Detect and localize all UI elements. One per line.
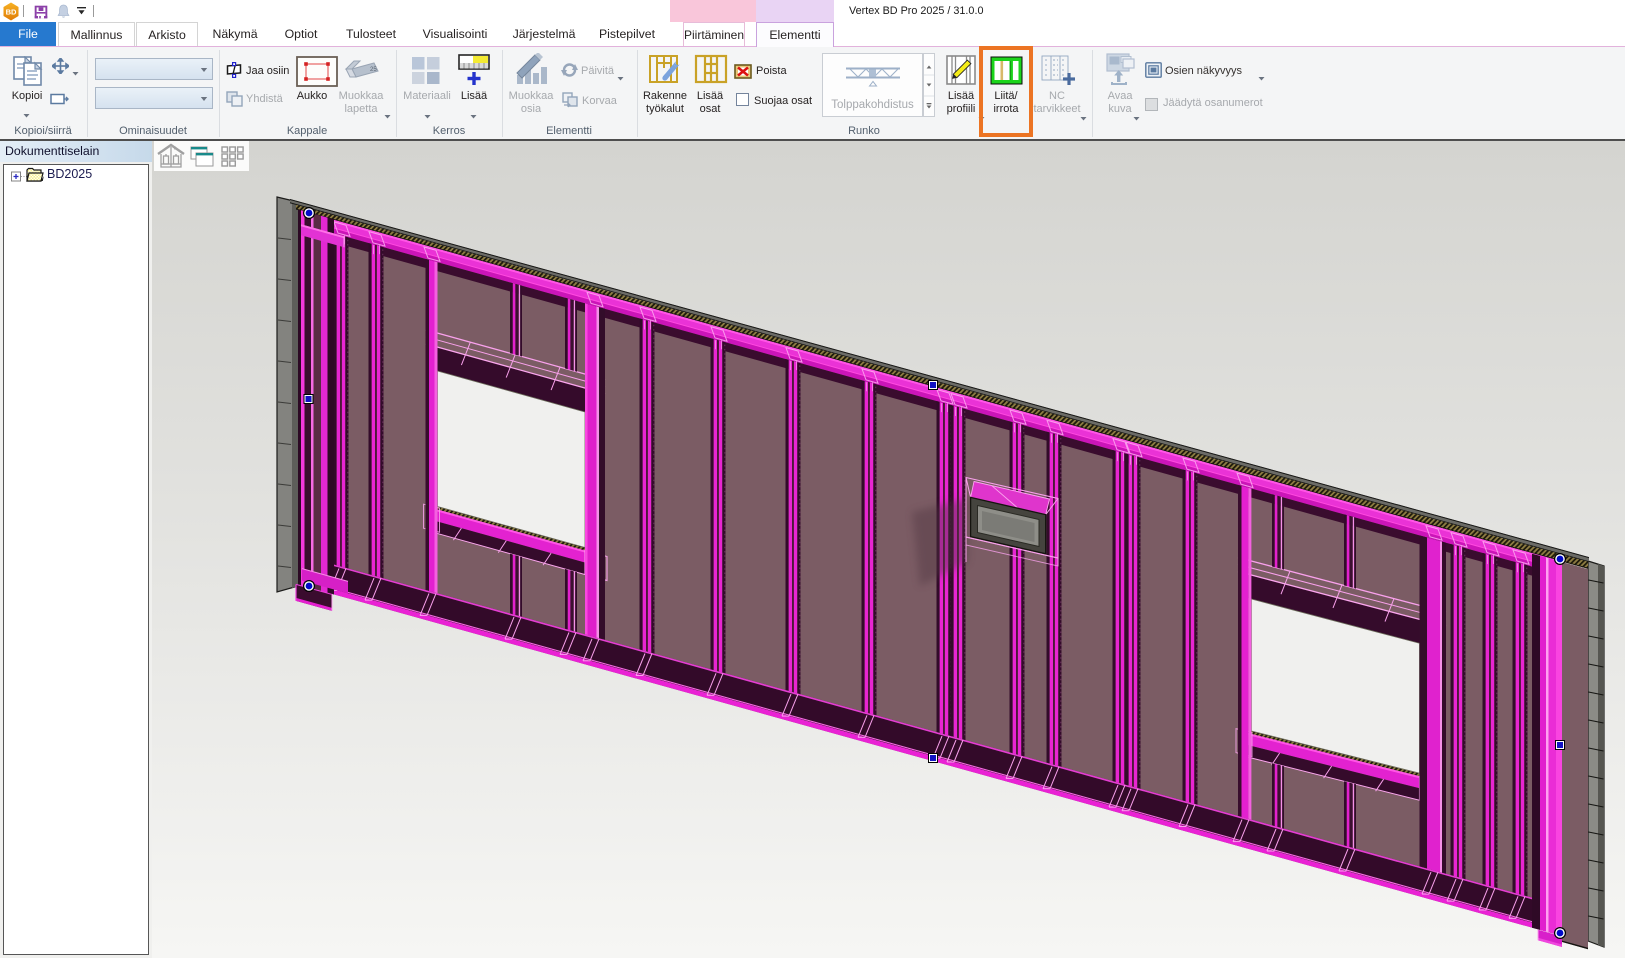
- svg-text:BD: BD: [6, 8, 17, 17]
- svg-text:25: 25: [370, 67, 377, 73]
